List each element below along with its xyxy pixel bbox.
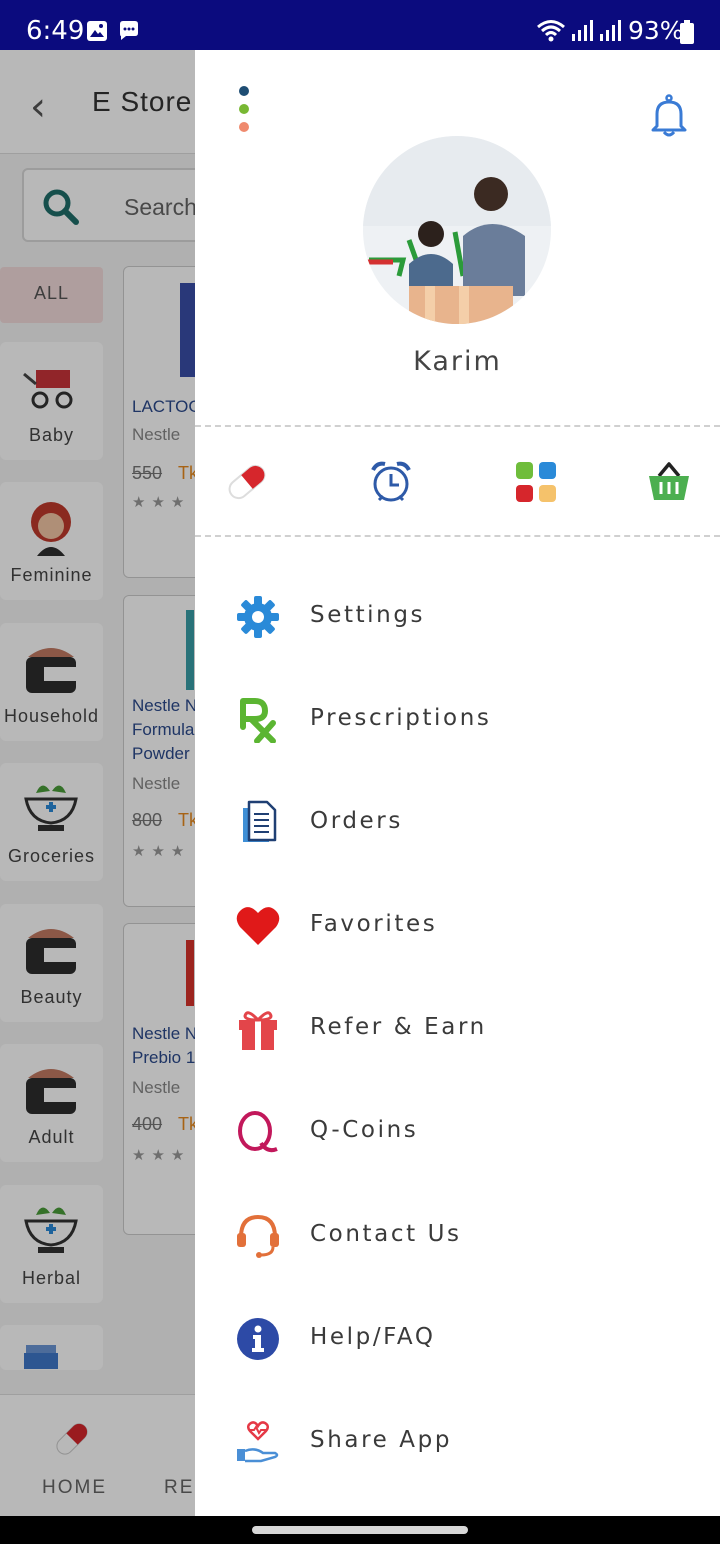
dot [239, 122, 249, 132]
basket-icon[interactable] [645, 458, 693, 506]
info-icon [237, 1318, 279, 1360]
system-navigation-bar [0, 1516, 720, 1544]
username: Karim [413, 346, 502, 377]
battery-icon [680, 20, 694, 44]
document-icon [243, 800, 277, 842]
menu-item-q-coins[interactable]: Q-Coins [195, 1087, 720, 1177]
divider [195, 425, 720, 427]
message-notification-icon [120, 21, 138, 40]
menu-label: Contact Us [310, 1221, 462, 1247]
gear-icon [237, 596, 279, 638]
dot [239, 104, 249, 114]
home-gesture-handle[interactable] [252, 1526, 468, 1534]
alarm-clock-icon[interactable] [367, 458, 415, 506]
heart-icon [236, 907, 280, 945]
menu-label: Settings [310, 602, 426, 628]
menu-label: Prescriptions [310, 705, 492, 731]
menu-label: Share App [310, 1427, 453, 1453]
menu-item-contact-us[interactable]: Contact Us [195, 1191, 720, 1281]
menu-label: Refer & Earn [310, 1014, 487, 1040]
signal-icon [572, 20, 593, 41]
pill-icon[interactable] [223, 458, 271, 506]
wifi-icon [537, 20, 565, 42]
rx-icon [240, 698, 276, 743]
battery-percent: 93% [628, 16, 684, 45]
gallery-notification-icon [87, 21, 107, 41]
q-coin-icon [238, 1111, 278, 1153]
profile-photo [363, 136, 551, 324]
menu-item-favorites[interactable]: Favorites [195, 881, 720, 971]
menu-label: Help/FAQ [310, 1324, 436, 1350]
menu-item-share-app[interactable]: Share App [195, 1397, 720, 1487]
dot [239, 86, 249, 96]
gift-icon [239, 1011, 277, 1050]
avatar[interactable] [363, 136, 551, 324]
signal-icon-2 [600, 20, 621, 41]
menu-label: Favorites [310, 911, 438, 937]
menu-label: Q-Coins [310, 1117, 419, 1143]
bell-icon[interactable] [649, 94, 689, 138]
menu-item-settings[interactable]: Settings [195, 572, 720, 662]
navigation-drawer: Karim Settings Prescriptions Orders Favo… [195, 50, 720, 1516]
menu-item-help-faq[interactable]: Help/FAQ [195, 1294, 720, 1384]
headset-icon [237, 1214, 279, 1258]
more-options-icon[interactable] [239, 86, 249, 140]
share-hand-icon [237, 1421, 279, 1463]
menu-item-prescriptions[interactable]: Prescriptions [195, 675, 720, 765]
divider [195, 535, 720, 537]
status-time: 6:49 [26, 16, 85, 46]
menu-item-orders[interactable]: Orders [195, 778, 720, 868]
menu-label: Orders [310, 808, 403, 834]
apps-grid-icon[interactable] [512, 458, 560, 506]
menu-item-refer-earn[interactable]: Refer & Earn [195, 984, 720, 1074]
